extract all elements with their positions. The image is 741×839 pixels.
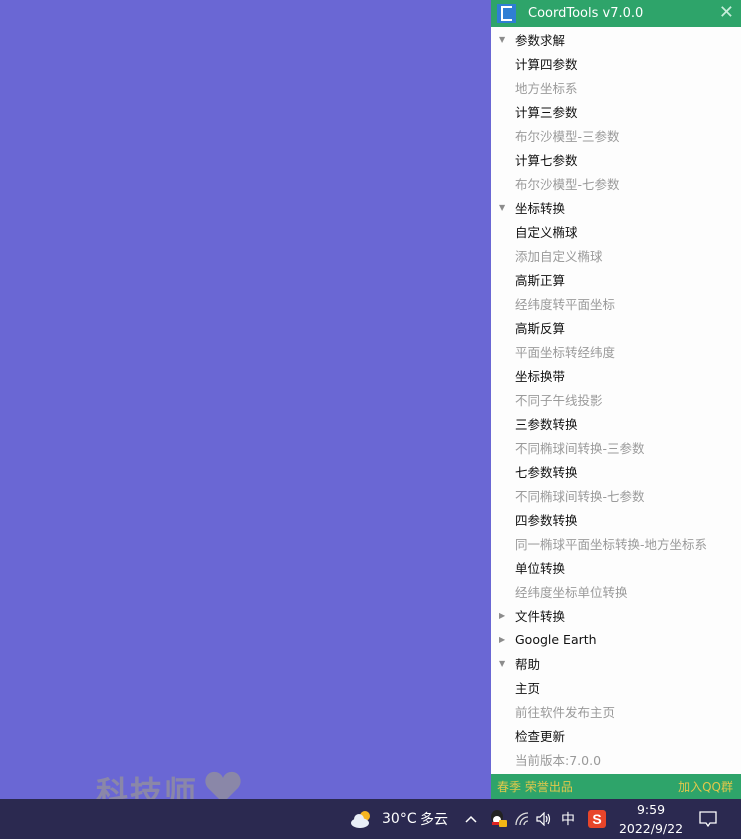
clock-time: 9:59: [636, 802, 666, 817]
tree-item-description: 不同子午线投影: [515, 392, 603, 408]
tree-item[interactable]: 坐标换带: [491, 363, 741, 387]
tree-item-description: 经纬度转平面坐标: [515, 296, 616, 312]
tree-item[interactable]: 高斯反算: [491, 315, 741, 339]
tree-item[interactable]: 主页: [491, 675, 741, 699]
tree-group-label: 文件转换: [515, 608, 566, 624]
tree-item[interactable]: 计算三参数: [491, 99, 741, 123]
function-tree: ▼ 参数求解 计算四参数 地方坐标系 计算三参数 布尔沙模型-三参数 计算七参数 布尔沙模型-…: [491, 27, 741, 774]
tree-group-label: 参数求解: [515, 32, 566, 48]
taskbar: 30°C 多云 中 S 9:59 2022/9/22: [0, 799, 741, 839]
notification-center-icon[interactable]: [698, 799, 718, 839]
tree-item-description: 经纬度坐标单位转换: [515, 584, 628, 600]
tree-group[interactable]: ▼ 参数求解: [491, 27, 741, 51]
join-qq-group-link[interactable]: 加入QQ群: [678, 778, 733, 795]
tree-group[interactable]: ▼ 坐标转换: [491, 195, 741, 219]
tree-item-description: 不同椭球间转换-七参数: [515, 488, 645, 504]
tree-item-description: 布尔沙模型-七参数: [515, 176, 620, 192]
title-bar[interactable]: CoordTools v7.0.0 ✕: [491, 0, 741, 27]
partly-cloudy-icon[interactable]: [350, 799, 374, 839]
footer-bar: 春季 荣誉出品 加入QQ群: [491, 774, 741, 799]
app-title: CoordTools v7.0.0: [528, 6, 644, 21]
tree-item[interactable]: 自定义椭球: [491, 219, 741, 243]
qq-tray-icon[interactable]: [489, 799, 507, 839]
volume-icon[interactable]: [536, 799, 552, 839]
tree-group-label: Google Earth: [515, 631, 597, 647]
tray-expand-chevron-icon[interactable]: [465, 799, 477, 839]
coordtools-panel: CoordTools v7.0.0 ✕ ▼ 参数求解 计算四参数 地方坐标系 计算三参数…: [491, 0, 741, 799]
expand-arrow-down-icon[interactable]: ▼: [499, 35, 515, 44]
tree-group-label: 坐标转换: [515, 200, 566, 216]
tree-item[interactable]: 计算四参数: [491, 51, 741, 75]
tree-item-description: 添加自定义椭球: [515, 248, 603, 264]
tree-item[interactable]: 检查更新: [491, 723, 741, 747]
weather-condition[interactable]: 多云: [420, 799, 448, 839]
tree-item[interactable]: 七参数转换: [491, 459, 741, 483]
wifi-icon[interactable]: [514, 799, 530, 839]
tree-group[interactable]: ▶ Google Earth: [491, 627, 741, 651]
app-c-icon: [497, 4, 516, 23]
tree-item[interactable]: 四参数转换: [491, 507, 741, 531]
tree-item-description: 当前版本:7.0.0: [515, 752, 602, 768]
tree-item-description: 平面坐标转经纬度: [515, 344, 616, 360]
tree-item-description: 地方坐标系: [515, 80, 578, 96]
tree-item-description: 同一椭球平面坐标转换-地方坐标系: [515, 536, 708, 552]
tree-item[interactable]: 三参数转换: [491, 411, 741, 435]
close-icon[interactable]: ✕: [719, 4, 734, 22]
tree-item-description: 不同椭球间转换-三参数: [515, 440, 645, 456]
input-method-indicator[interactable]: 中: [561, 799, 575, 839]
collapse-arrow-right-icon[interactable]: ▶: [499, 635, 515, 644]
tree-item[interactable]: 计算七参数: [491, 147, 741, 171]
svg-text:S: S: [592, 811, 601, 827]
tree-item[interactable]: 单位转换: [491, 555, 741, 579]
clock-date: 2022/9/22: [618, 821, 684, 836]
expand-arrow-down-icon[interactable]: ▼: [499, 203, 515, 212]
tree-item[interactable]: 高斯正算: [491, 267, 741, 291]
tree-group-label: 帮助: [515, 656, 541, 672]
system-clock[interactable]: 9:59 2022/9/22: [618, 799, 684, 839]
tree-group[interactable]: ▼ 帮助: [491, 651, 741, 675]
tree-item-description: 布尔沙模型-三参数: [515, 128, 620, 144]
footer-credit: 春季 荣誉出品: [497, 780, 573, 794]
sogou-input-icon[interactable]: S: [588, 799, 606, 839]
weather-temperature[interactable]: 30°C: [382, 799, 417, 839]
tree-item-description: 前往软件发布主页: [515, 704, 616, 720]
expand-arrow-down-icon[interactable]: ▼: [499, 659, 515, 668]
collapse-arrow-right-icon[interactable]: ▶: [499, 611, 515, 620]
tree-group[interactable]: ▶ 文件转换: [491, 603, 741, 627]
